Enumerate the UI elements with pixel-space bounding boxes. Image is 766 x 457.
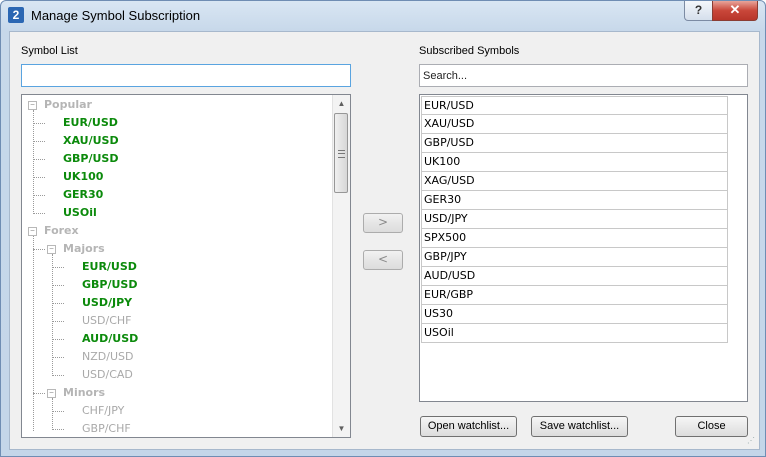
tree-connector — [52, 267, 64, 268]
tree-subgroup[interactable]: Majors — [63, 240, 105, 258]
tree-connector — [52, 285, 64, 286]
tree-connector — [33, 123, 45, 124]
tree-connector — [33, 177, 45, 178]
tree-item[interactable]: USD/JPY — [82, 294, 132, 312]
tree-connector — [33, 195, 45, 196]
tree-group[interactable]: Forex — [44, 222, 79, 240]
tree-connector — [52, 339, 64, 340]
symbol-tree[interactable]: Popular − EUR/USD XAU/USD GBP/USD UK100 GER30 U… — [21, 94, 351, 438]
scroll-thumb[interactable] — [334, 113, 348, 193]
tree-item[interactable]: GBP/USD — [63, 150, 118, 168]
tree-connector — [33, 110, 34, 214]
subscribed-symbol-row[interactable]: USOil — [421, 324, 728, 343]
subscribed-symbols-list[interactable]: EUR/USD XAU/USD GBP/USD UK100 XAG/USD GER30 US… — [419, 94, 748, 402]
tree-item[interactable]: GBP/CHF — [82, 420, 131, 437]
collapse-icon[interactable]: − — [47, 245, 56, 254]
tree-connector — [52, 303, 64, 304]
scroll-down-arrow-icon[interactable]: ▼ — [333, 420, 350, 437]
subscribed-symbol-row[interactable]: EUR/USD — [421, 96, 728, 115]
tree-connector — [33, 159, 45, 160]
tree-connector — [52, 398, 53, 430]
help-button[interactable]: ? — [684, 1, 713, 21]
remove-symbol-button[interactable]: < — [363, 250, 403, 270]
tree-connector — [52, 375, 64, 376]
tree-item[interactable]: USOil — [63, 204, 97, 222]
tree-item[interactable]: GBP/USD — [82, 276, 137, 294]
tree-item[interactable]: GER30 — [63, 186, 103, 204]
tree-connector — [33, 249, 45, 250]
subscribed-symbol-row[interactable]: GBP/JPY — [421, 248, 728, 267]
collapse-icon[interactable]: − — [28, 227, 37, 236]
subscribed-symbol-row[interactable]: US30 — [421, 305, 728, 324]
subscribed-symbol-row[interactable]: EUR/GBP — [421, 286, 728, 305]
tree-connector — [52, 429, 64, 430]
subscribed-symbols-label: Subscribed Symbols — [419, 45, 520, 57]
tree-item[interactable]: AUD/USD — [82, 330, 138, 348]
collapse-icon[interactable]: − — [47, 389, 56, 398]
subscribed-symbol-row[interactable]: GBP/USD — [421, 134, 728, 153]
grip-icon — [338, 150, 345, 158]
dialog-client-area: Symbol List Popular − EUR/USD XAU/USD GBP/US… — [9, 31, 760, 450]
tree-connector — [52, 411, 64, 412]
tree-item[interactable]: USD/CHF — [82, 312, 132, 330]
tree-vertical-scrollbar[interactable]: ▲ ▼ — [332, 95, 350, 437]
tree-connector — [33, 213, 45, 214]
tree-connector — [52, 321, 64, 322]
symbol-list-search-input[interactable] — [21, 64, 351, 87]
subscribed-symbol-row[interactable]: GER30 — [421, 191, 728, 210]
subscribed-symbol-row[interactable]: XAG/USD — [421, 172, 728, 191]
tree-item[interactable]: CHF/JPY — [82, 402, 124, 420]
subscribed-symbol-row[interactable]: SPX500 — [421, 229, 728, 248]
symbol-list-label: Symbol List — [21, 45, 78, 57]
tree-connector — [33, 236, 34, 431]
window-title: Manage Symbol Subscription — [31, 8, 201, 23]
tree-connector — [33, 141, 45, 142]
close-button[interactable]: Close — [675, 416, 748, 437]
tree-group[interactable]: Popular — [44, 96, 92, 114]
scroll-up-arrow-icon[interactable]: ▲ — [333, 95, 350, 112]
tree-item[interactable]: UK100 — [63, 168, 103, 186]
tree-item[interactable]: XAU/USD — [63, 132, 119, 150]
title-bar[interactable]: 2 Manage Symbol Subscription ? ✕ — [1, 1, 765, 31]
window-close-button[interactable]: ✕ — [712, 1, 758, 21]
subscribed-symbol-row[interactable]: USD/JPY — [421, 210, 728, 229]
app-icon: 2 — [8, 7, 24, 23]
subscribed-symbol-row[interactable]: XAU/USD — [421, 115, 728, 134]
subscribed-symbol-row[interactable]: UK100 — [421, 153, 728, 172]
tree-connector — [33, 393, 45, 394]
open-watchlist-button[interactable]: Open watchlist... — [420, 416, 517, 437]
collapse-icon[interactable]: − — [28, 101, 37, 110]
subscribed-symbol-row[interactable]: AUD/USD — [421, 267, 728, 286]
tree-item[interactable]: USD/CAD — [82, 366, 133, 384]
tree-connector — [52, 254, 53, 376]
add-symbol-button[interactable]: > — [363, 213, 403, 233]
dialog-window: 2 Manage Symbol Subscription ? ✕ Symbol … — [0, 0, 766, 457]
tree-item[interactable]: EUR/USD — [63, 114, 118, 132]
subscribed-search-input[interactable] — [419, 64, 748, 87]
tree-item[interactable]: NZD/USD — [82, 348, 133, 366]
tree-item[interactable]: EUR/USD — [82, 258, 137, 276]
resize-grip-icon[interactable]: ⋰ — [747, 437, 757, 447]
tree-subgroup[interactable]: Minors — [63, 384, 105, 402]
save-watchlist-button[interactable]: Save watchlist... — [531, 416, 628, 437]
tree-connector — [52, 357, 64, 358]
